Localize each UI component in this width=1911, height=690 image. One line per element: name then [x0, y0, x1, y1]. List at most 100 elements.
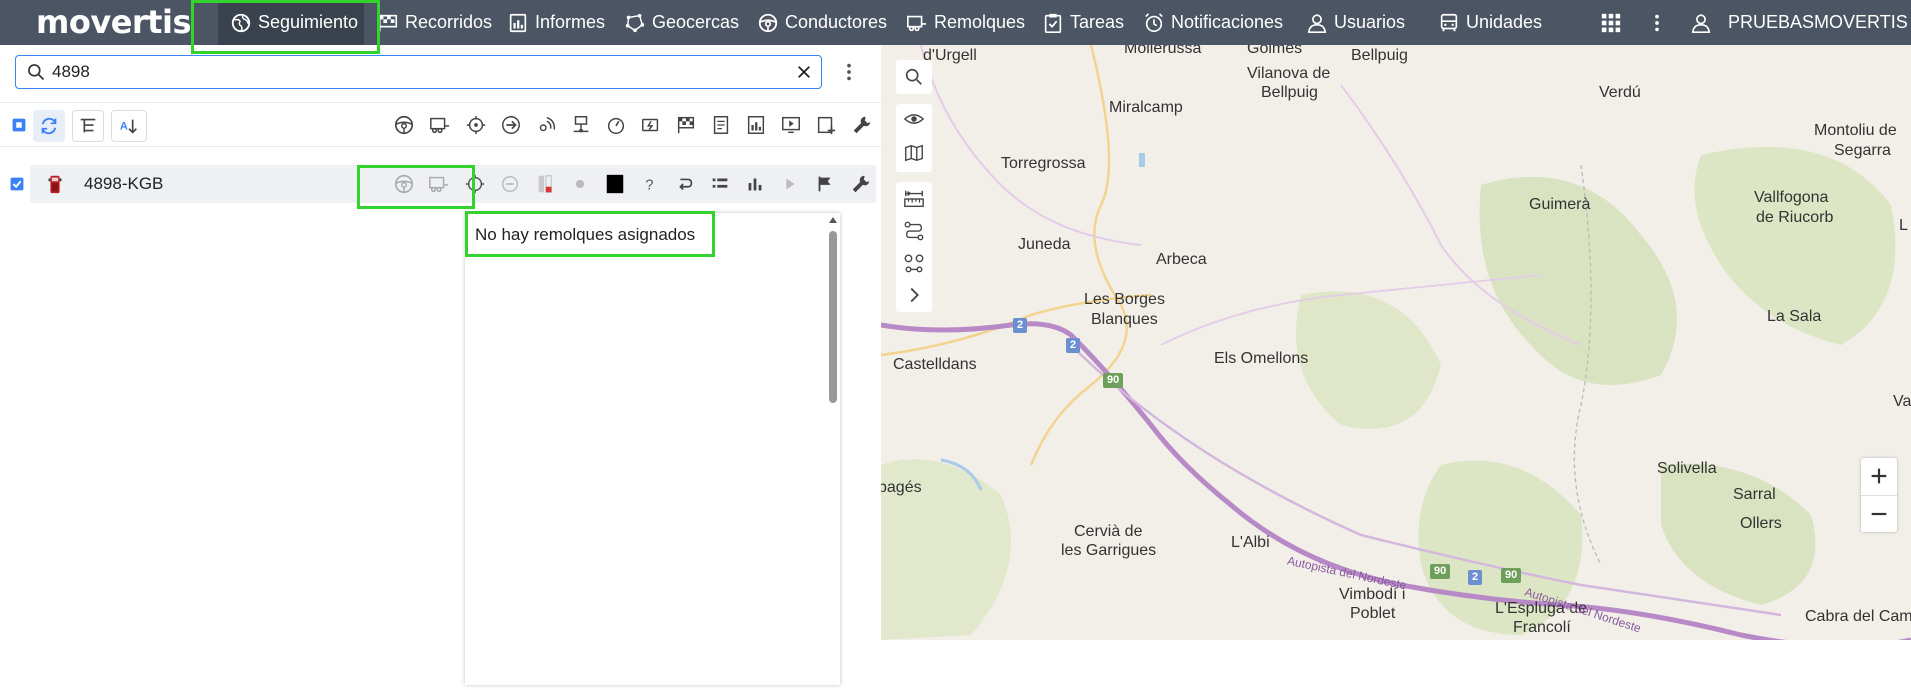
crosshair-icon: [465, 174, 485, 194]
route-button[interactable]: [673, 112, 699, 138]
unit-unknown-state: ?: [637, 171, 663, 197]
settings-button[interactable]: [849, 112, 875, 138]
trailer-icon: [907, 15, 927, 31]
signal-button[interactable]: [533, 112, 559, 138]
unit-link-button[interactable]: [672, 171, 698, 197]
trailers-filter-button[interactable]: [427, 112, 453, 138]
scrollbar-track-icon: [829, 217, 837, 403]
nav-geocercas[interactable]: Geocercas: [624, 0, 739, 45]
map-label: les Garrigues: [1061, 542, 1157, 559]
nav-notificaciones[interactable]: Notificaciones: [1143, 0, 1283, 45]
unit-flag-button[interactable]: [812, 171, 838, 197]
map-toolbar: [896, 60, 932, 330]
unit-play-button[interactable]: [777, 171, 803, 197]
map-label: La Sala: [1767, 308, 1822, 325]
unit-color-swatch[interactable]: [602, 171, 628, 197]
map-search-button[interactable]: [896, 60, 932, 94]
map-layers-button[interactable]: [903, 142, 925, 169]
zoom-in-button[interactable]: [1861, 458, 1897, 494]
visibility-button[interactable]: [903, 108, 925, 135]
partial-checkbox-icon: [12, 118, 26, 132]
panel-options-button[interactable]: [836, 59, 862, 85]
arrow-circle-icon: [502, 116, 520, 134]
tree-view-icon: [80, 118, 96, 133]
map-label: Sarral: [1733, 486, 1776, 503]
measure-button[interactable]: [903, 188, 925, 215]
user-menu[interactable]: PRUEBASMOVERTIS: [1690, 0, 1908, 45]
zoom-out-button[interactable]: [1861, 495, 1897, 531]
clear-search-icon[interactable]: [795, 63, 813, 81]
drivers-filter-button[interactable]: [391, 112, 417, 138]
map-label: Els Omellons: [1214, 350, 1309, 367]
refresh-icon: [41, 117, 57, 135]
unit-trailers-button[interactable]: [426, 171, 452, 197]
points-tool-button[interactable]: [903, 252, 925, 279]
bar-chart-icon: [748, 178, 762, 191]
map-canvas[interactable]: d'Urgell Mollerussa Golmés Bellpuig Vila…: [881, 45, 1911, 640]
map-label: Vallfogona: [1754, 189, 1829, 206]
tree-view-button[interactable]: [72, 110, 104, 142]
nav-label: Recorridos: [405, 12, 493, 32]
nav-tareas[interactable]: Tareas: [1042, 0, 1124, 45]
map-label: Ollers: [1740, 515, 1782, 532]
nav-informes[interactable]: Informes: [507, 0, 605, 45]
map-label: Blanques: [1091, 311, 1158, 328]
send-button[interactable]: [498, 112, 524, 138]
unit-row[interactable]: 4898-KGB ?: [30, 165, 876, 203]
route-tool-button[interactable]: [903, 220, 925, 247]
nav-usuarios[interactable]: Usuarios: [1306, 0, 1405, 45]
unit-stats-button[interactable]: [742, 171, 768, 197]
top-navigation-bar: movertis Seguimiento Recorridos Informes…: [0, 0, 1911, 45]
map-label: Miralcamp: [1109, 99, 1183, 116]
tracking-panel: A 4898-KGB ?: [0, 45, 881, 685]
wrench-icon: [853, 116, 871, 134]
user-icon: [1307, 13, 1327, 33]
question-mark-icon: ?: [645, 178, 653, 194]
map-label: bagés: [881, 479, 922, 496]
unit-drivers-button[interactable]: [391, 171, 417, 197]
unit-status-button[interactable]: [497, 171, 523, 197]
map-view-group: [896, 104, 932, 172]
user-icon: [1691, 13, 1711, 33]
nav-conductores[interactable]: Conductores: [757, 0, 887, 45]
unit-battery-button[interactable]: [532, 171, 558, 197]
map-label: Bellpuig: [1351, 47, 1408, 64]
unit-details-button[interactable]: [707, 171, 733, 197]
nav-unidades[interactable]: Unidades: [1438, 0, 1542, 45]
play-icon: [786, 178, 795, 190]
sort-alpha-icon: A: [120, 119, 137, 134]
more-options-button[interactable]: [1646, 0, 1674, 45]
dropdown-scrollbar[interactable]: [826, 213, 840, 685]
add-window-button[interactable]: [813, 112, 839, 138]
expand-tools-button[interactable]: [903, 284, 925, 311]
nav-recorridos[interactable]: Recorridos: [377, 0, 492, 45]
nav-label: Informes: [535, 12, 606, 32]
nav-seguimiento[interactable]: Seguimiento: [218, 0, 364, 45]
movertis-logo[interactable]: movertis: [30, 3, 191, 41]
playback-button[interactable]: [778, 112, 804, 138]
nav-remolques[interactable]: Remolques: [906, 0, 1025, 45]
checkbox-checked-icon: [10, 177, 24, 191]
unit-settings-button[interactable]: [848, 171, 874, 197]
map-label: L'Albi: [1231, 534, 1270, 551]
nav-label: Remolques: [934, 12, 1026, 32]
map-label: Mollerussa: [1124, 45, 1202, 57]
report-button[interactable]: [743, 112, 769, 138]
power-button[interactable]: [638, 112, 664, 138]
network-button[interactable]: [568, 112, 594, 138]
nav-label: Conductores: [785, 12, 888, 32]
map-label: Cabra del Cam: [1805, 608, 1911, 625]
apps-grid-button[interactable]: [1600, 0, 1628, 45]
document-button[interactable]: [708, 112, 734, 138]
speed-button[interactable]: [603, 112, 629, 138]
add-window-icon: [817, 116, 836, 135]
search-input[interactable]: [52, 62, 772, 82]
unit-row-checkbox[interactable]: [4, 171, 30, 197]
refresh-button[interactable]: [33, 110, 65, 142]
sort-alpha-button[interactable]: A: [111, 110, 147, 142]
locate-button[interactable]: [463, 112, 489, 138]
apps-grid-icon: [1601, 13, 1621, 32]
unit-name: 4898-KGB: [84, 174, 164, 193]
unit-locate-button[interactable]: [462, 171, 488, 197]
select-all-checkbox[interactable]: [6, 112, 32, 138]
